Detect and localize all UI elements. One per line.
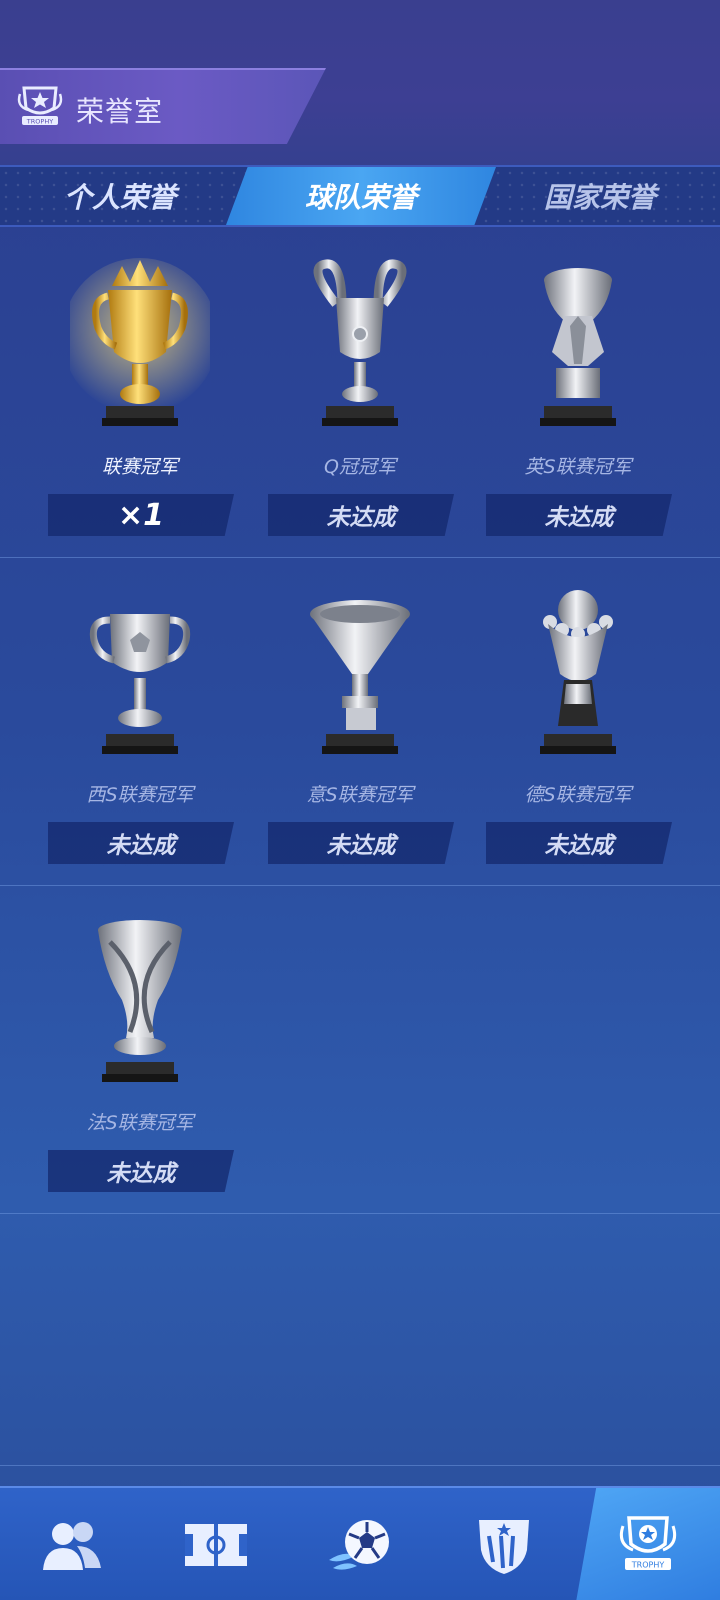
trophy-card-ger-league[interactable]: 德S联赛冠军 未达成 [468, 560, 688, 886]
trophy-status: 未达成 [48, 822, 234, 864]
nav-trophy-badge-text: TROPHY [631, 1561, 665, 1570]
winged-trophy-icon [540, 268, 616, 426]
tab-personal-honor[interactable]: 个人荣誉 [0, 167, 240, 225]
nav-team-button[interactable] [0, 1488, 144, 1600]
trophy-name: 德S联赛冠军 [524, 784, 632, 806]
nav-match-button[interactable] [288, 1488, 432, 1600]
page-title-plate: TROPHY 荣誉室 [0, 68, 326, 144]
trophy-status: 未达成 [486, 822, 672, 864]
trophy-status: 未达成 [268, 494, 454, 536]
trophy-card-ita-league[interactable]: 意S联赛冠军 未达成 [250, 560, 470, 886]
pitch-icon [185, 1524, 247, 1566]
trophy-row: 联赛冠军 ×1 Q冠冠军 未达成 英S联赛冠军 未达成 [0, 232, 720, 558]
trophy-row: 西S联赛冠军 未达成 意S联赛冠军 未达成 德S联赛冠军 未达成 [0, 560, 720, 886]
gold-crown-trophy-icon [70, 258, 210, 426]
trophy-status: 未达成 [486, 494, 672, 536]
club-crest-icon [479, 1520, 529, 1574]
tab-team-honor[interactable]: 球队荣誉 [226, 167, 496, 225]
bottom-nav: TROPHY [0, 1486, 720, 1600]
trophy-card-fra-league[interactable]: 法S联赛冠军 未达成 [30, 888, 250, 1214]
page-title: 荣誉室 [76, 95, 164, 128]
twisted-vase-trophy-icon [98, 920, 182, 1082]
team-people-icon [43, 1522, 101, 1570]
empty-trophy-row [0, 1216, 720, 1466]
trophy-count-badge: ×1 [48, 494, 234, 536]
trophy-card-league[interactable]: 联赛冠军 ×1 [30, 232, 250, 558]
trophy-name: 联赛冠军 [101, 456, 178, 478]
trophy-row: 法S联赛冠军 未达成 [0, 888, 720, 1214]
trophy-name: 西S联赛冠军 [86, 784, 194, 806]
trophy-card-eng-league[interactable]: 英S联赛冠军 未达成 [468, 232, 688, 558]
soccer-ball-icon [329, 1520, 389, 1570]
trophy-name: 英S联赛冠军 [524, 456, 632, 478]
trophy-status: 未达成 [268, 822, 454, 864]
handled-cup-icon [89, 614, 191, 754]
funnel-cup-icon [310, 600, 410, 754]
nav-club-button[interactable] [432, 1488, 576, 1600]
trophy-badge-text: TROPHY [26, 118, 53, 126]
tab-national-honor[interactable]: 国家荣誉 [480, 167, 720, 225]
trophy-card-esp-league[interactable]: 西S联赛冠军 未达成 [30, 560, 250, 886]
trophy-badge-icon: TROPHY [619, 1516, 677, 1570]
nav-trophy-button[interactable]: TROPHY [576, 1488, 720, 1600]
trophy-name: 意S联赛冠军 [306, 784, 414, 806]
ball-crown-trophy-icon [540, 590, 616, 754]
trophy-status: 未达成 [48, 1150, 234, 1192]
trophy-card-q-cup[interactable]: Q冠冠军 未达成 [250, 232, 470, 558]
trophy-name: 法S联赛冠军 [86, 1112, 194, 1134]
trophy-badge-icon: TROPHY [17, 86, 63, 126]
honor-tabs: 个人荣誉 球队荣誉 国家荣誉 [0, 165, 720, 227]
big-ears-cup-icon [313, 259, 407, 426]
trophy-name: Q冠冠军 [324, 456, 396, 478]
nav-pitch-button[interactable] [144, 1488, 288, 1600]
